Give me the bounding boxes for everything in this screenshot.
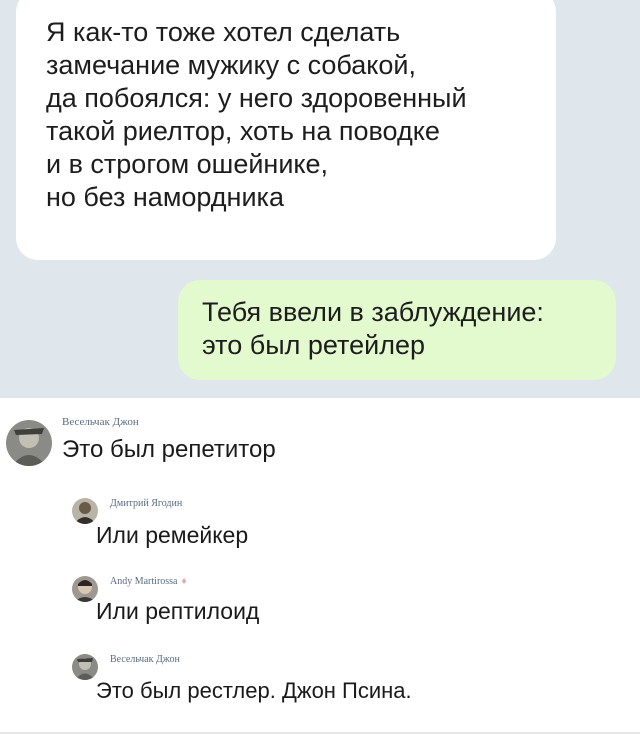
divider bbox=[0, 732, 640, 734]
incoming-message-bubble[interactable]: Я как-то тоже хотел сделать замечание му… bbox=[16, 0, 556, 260]
message-line: это был ретейлер bbox=[202, 330, 425, 360]
message-line: но без намордника bbox=[46, 182, 284, 212]
message-line: Я как-то тоже хотел сделать bbox=[46, 17, 401, 47]
avatar[interactable] bbox=[72, 576, 98, 602]
comment-text: Или ремейкер bbox=[96, 522, 249, 548]
avatar[interactable] bbox=[6, 420, 52, 466]
user-avatar-icon bbox=[72, 498, 98, 524]
message-line: замечание мужику с собакой, bbox=[46, 50, 416, 80]
avatar[interactable] bbox=[72, 498, 98, 524]
user-avatar-icon bbox=[72, 654, 98, 680]
outgoing-message-bubble[interactable]: Тебя ввели в заблуждение: это был ретейл… bbox=[178, 280, 616, 380]
comment-author[interactable]: Весельчак Джон bbox=[62, 416, 139, 428]
comment-author[interactable]: Весельчак Джон bbox=[110, 654, 180, 665]
message-line: и в строгом ошейнике, bbox=[46, 149, 329, 179]
donut-badge-icon: ♦ bbox=[181, 576, 187, 587]
comment-text: Это был рестлер. Джон Псина. bbox=[96, 678, 412, 703]
message-line: да побоялся: у него здоровенный bbox=[46, 83, 467, 113]
avatar[interactable] bbox=[72, 654, 98, 680]
user-avatar-icon bbox=[72, 576, 98, 602]
comments-section: Весельчак Джон Это был репетитор Дмитрий… bbox=[0, 398, 640, 736]
comment-author[interactable]: Andy Martirossa ♦ bbox=[110, 576, 187, 587]
comment-text: Или рептилоид bbox=[96, 598, 260, 624]
message-line: такой риелтор, хоть на поводке bbox=[46, 116, 440, 146]
user-avatar-icon bbox=[6, 420, 52, 466]
comment-text: Это был репетитор bbox=[62, 436, 276, 463]
comment-author[interactable]: Дмитрий Ягодин bbox=[110, 498, 182, 509]
chat-area: Я как-то тоже хотел сделать замечание му… bbox=[0, 0, 640, 398]
message-line: Тебя ввели в заблуждение: bbox=[202, 297, 544, 327]
